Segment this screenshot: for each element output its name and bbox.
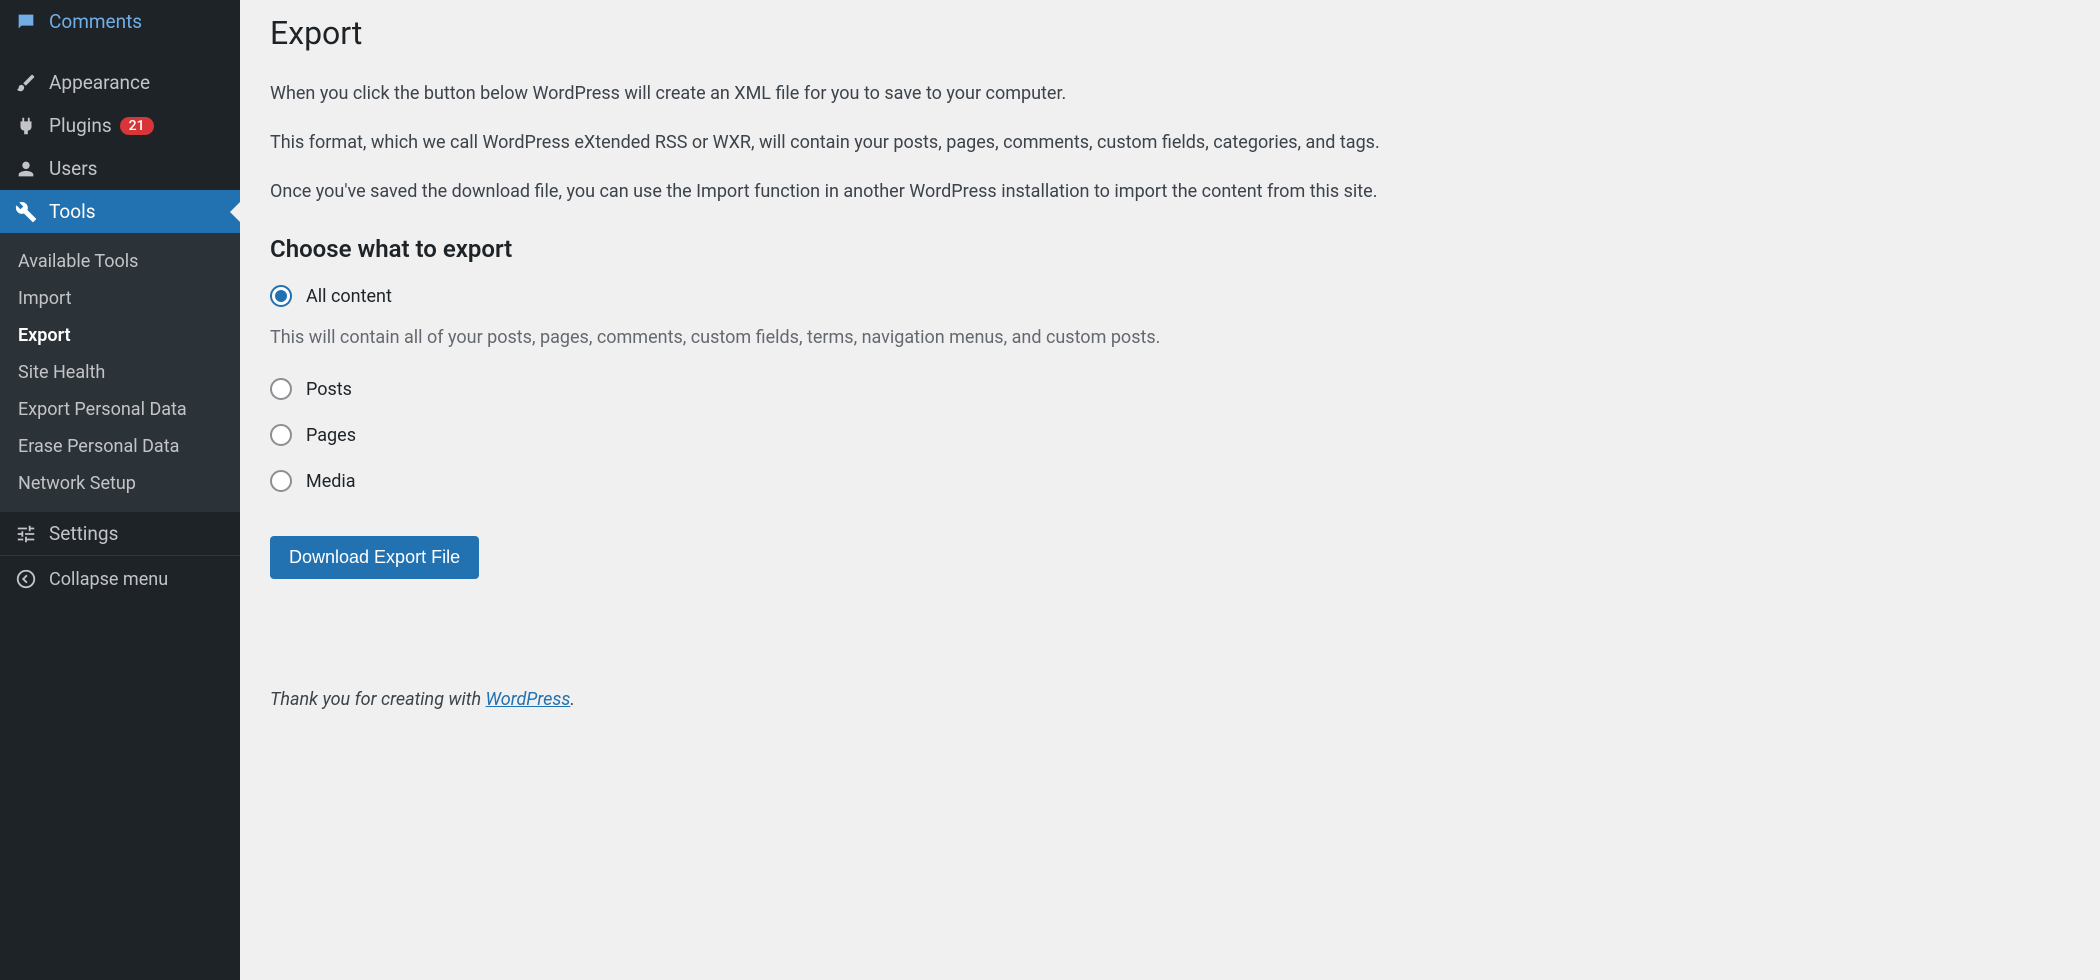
section-heading: Choose what to export <box>270 235 2070 263</box>
collapse-icon <box>15 568 37 590</box>
radio-media-label[interactable]: Media <box>306 471 356 492</box>
sidebar-item-comments[interactable]: Comments <box>0 0 240 43</box>
wordpress-link[interactable]: WordPress <box>486 689 571 710</box>
all-content-description: This will contain all of your posts, pag… <box>270 327 2070 348</box>
submenu-export[interactable]: Export <box>0 317 240 354</box>
sidebar-item-label: Appearance <box>49 71 150 94</box>
sidebar-item-appearance[interactable]: Appearance <box>0 61 240 104</box>
settings-icon <box>15 523 37 545</box>
submenu-available-tools[interactable]: Available Tools <box>0 243 240 280</box>
radio-posts-label[interactable]: Posts <box>306 379 352 400</box>
sidebar-item-plugins[interactable]: Plugins 21 <box>0 104 240 147</box>
sidebar-item-label: Settings <box>49 522 118 545</box>
download-export-button[interactable]: Download Export File <box>270 536 479 579</box>
sidebar-item-label: Plugins <box>49 114 112 137</box>
sidebar-item-settings[interactable]: Settings <box>0 512 240 555</box>
submenu-export-personal-data[interactable]: Export Personal Data <box>0 391 240 428</box>
export-options-group: All content This will contain all of you… <box>270 285 2070 492</box>
radio-pages-label[interactable]: Pages <box>306 425 356 446</box>
footer-prefix: Thank you for creating with <box>270 689 486 710</box>
brush-icon <box>15 72 37 94</box>
sidebar-item-label: Users <box>49 157 97 180</box>
intro-paragraph-1: When you click the button below WordPres… <box>270 80 2070 107</box>
comment-icon <box>15 11 37 33</box>
sidebar-item-users[interactable]: Users <box>0 147 240 190</box>
sidebar-item-tools[interactable]: Tools <box>0 190 240 233</box>
main-content: Export When you click the button below W… <box>240 0 2100 980</box>
radio-posts[interactable] <box>270 378 292 400</box>
plugin-update-badge: 21 <box>120 117 154 135</box>
footer-credit: Thank you for creating with WordPress. <box>270 689 2070 710</box>
radio-pages[interactable] <box>270 424 292 446</box>
radio-all-content-label[interactable]: All content <box>306 286 392 307</box>
intro-paragraph-2: This format, which we call WordPress eXt… <box>270 129 2070 156</box>
submenu-import[interactable]: Import <box>0 280 240 317</box>
submenu-site-health[interactable]: Site Health <box>0 354 240 391</box>
wrench-icon <box>15 201 37 223</box>
sidebar-item-label: Tools <box>49 200 96 223</box>
user-icon <box>15 158 37 180</box>
sidebar-item-label: Comments <box>49 10 142 33</box>
footer-suffix: . <box>570 689 575 710</box>
plugin-icon <box>15 115 37 137</box>
submenu-erase-personal-data[interactable]: Erase Personal Data <box>0 428 240 465</box>
admin-sidebar: Comments Appearance Plugins 21 Users Too… <box>0 0 240 980</box>
collapse-label: Collapse menu <box>49 569 168 590</box>
radio-media[interactable] <box>270 470 292 492</box>
collapse-menu-button[interactable]: Collapse menu <box>0 555 240 602</box>
intro-paragraph-3: Once you've saved the download file, you… <box>270 178 2070 205</box>
submenu-network-setup[interactable]: Network Setup <box>0 465 240 502</box>
tools-submenu: Available Tools Import Export Site Healt… <box>0 233 240 512</box>
page-title: Export <box>270 14 2070 52</box>
radio-all-content[interactable] <box>270 285 292 307</box>
